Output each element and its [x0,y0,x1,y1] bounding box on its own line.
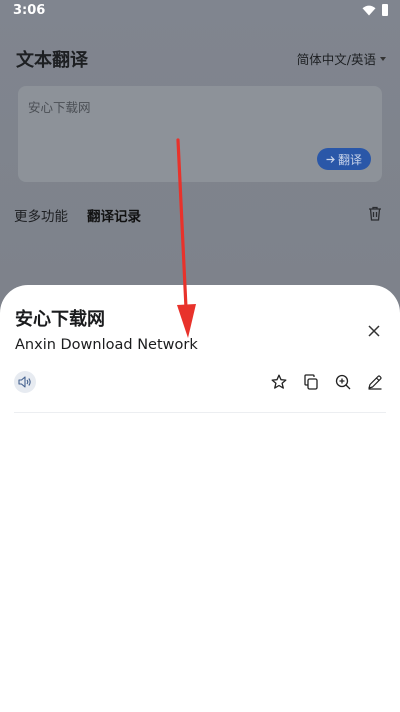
page-title: 文本翻译 [16,50,88,71]
wifi-icon [362,5,376,15]
edit-icon[interactable] [367,374,383,390]
star-icon[interactable] [271,374,287,390]
speaker-button[interactable] [14,371,36,393]
trash-icon[interactable] [368,206,382,221]
status-bar: 3:06 [0,0,400,24]
language-pair-label: 简体中文/英语 [296,52,376,67]
tab-more-features[interactable]: 更多功能 [14,205,68,225]
translation-text: Anxin Download Network [15,337,198,353]
translate-button-label: 翻译 [337,152,362,167]
translate-button[interactable]: 翻译 [317,148,371,170]
source-text-value: 安心下载网 [28,100,91,115]
tab-translation-history[interactable]: 翻译记录 [87,205,141,225]
status-icons [362,4,388,16]
copy-icon[interactable] [303,374,319,390]
battery-icon [382,4,388,16]
dropdown-caret-icon [380,56,386,61]
speaker-icon [18,376,31,388]
arrow-right-icon [326,155,335,163]
language-selector[interactable]: 简体中文/英语 [297,49,386,68]
status-time: 3:06 [13,3,46,18]
source-text-heading: 安心下载网 [15,309,105,330]
zoom-in-icon[interactable] [335,374,351,390]
translation-result-sheet: 安心下载网 Anxin Download Network [0,285,400,712]
close-icon[interactable] [368,325,380,337]
source-text-input[interactable]: 安心下载网 翻译 [18,86,382,182]
divider [14,412,386,413]
